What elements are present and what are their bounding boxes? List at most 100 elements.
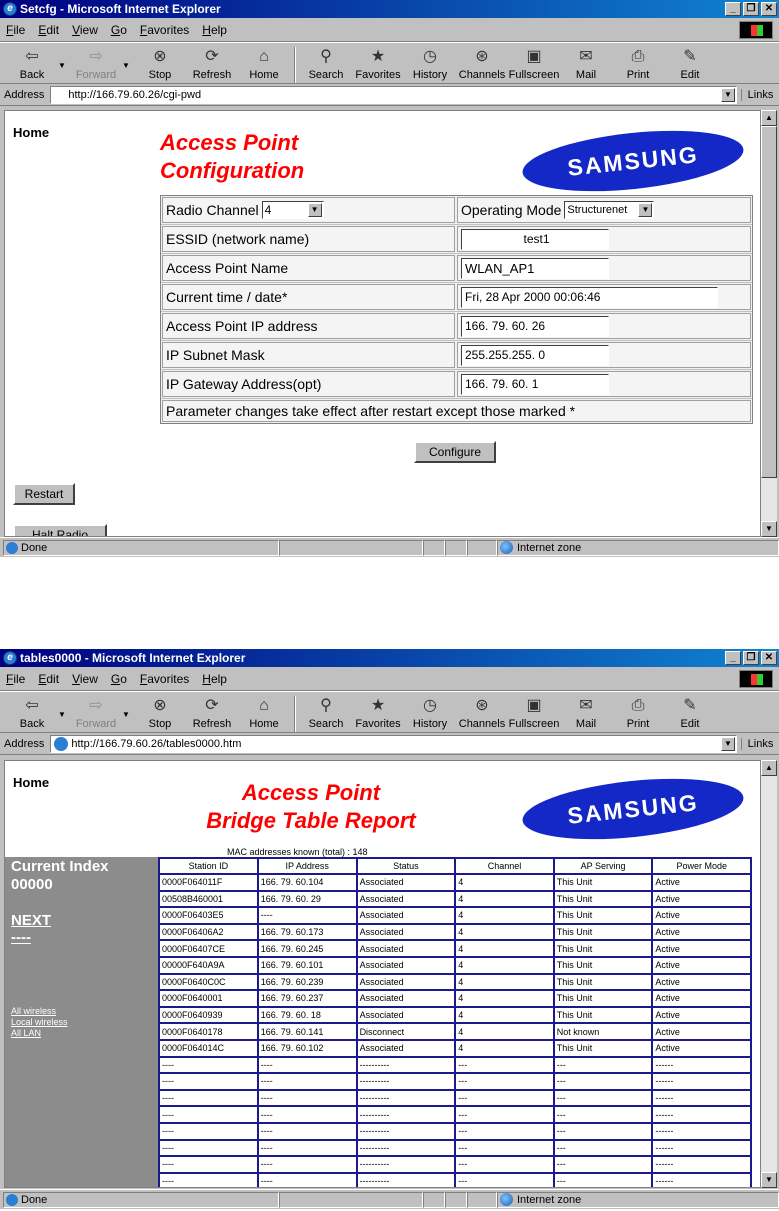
menu-file[interactable]: File [6, 671, 25, 687]
local-wireless-link[interactable]: Local wireless [5, 1017, 158, 1028]
scroll-down-icon[interactable]: ▼ [761, 521, 777, 537]
all-lan-link[interactable]: All LAN [5, 1028, 158, 1039]
refresh-button[interactable]: ⟳ Refresh [186, 696, 238, 730]
forward-dropdown[interactable]: ▼ [122, 696, 134, 719]
operating-mode-select[interactable]: Structurenet ▼ [564, 201, 655, 219]
address-url: http://166.79.60.26/tables0000.htm [71, 737, 242, 750]
close-button[interactable]: ✕ [761, 651, 777, 665]
stop-button[interactable]: ⊗ Stop [134, 696, 186, 730]
gateway-input[interactable]: 166. 79. 60. 1 [461, 373, 609, 395]
menu-edit[interactable]: Edit [38, 671, 59, 687]
all-wireless-link[interactable]: All wireless [5, 1006, 158, 1017]
cell-power-mode: ------ [651, 1105, 752, 1124]
address-dropdown-icon[interactable]: ▼ [721, 87, 735, 102]
links-button[interactable]: Links [741, 737, 779, 750]
next-link[interactable]: NEXT [5, 912, 158, 929]
mail-button[interactable]: ✉ Mail [560, 47, 612, 81]
menu-go[interactable]: Go [111, 671, 127, 687]
cell-station-id: ---- [158, 1172, 259, 1187]
cell-status: Associated [355, 956, 457, 975]
address-input[interactable]: http://166.79.60.26/tables0000.htm ▼ [50, 734, 737, 753]
scroll-down-icon[interactable]: ▼ [761, 1172, 777, 1188]
ap-name-input[interactable]: WLAN_AP1 [461, 257, 609, 279]
menu-edit[interactable]: Edit [38, 22, 59, 38]
title-bar[interactable]: e tables0000 - Microsoft Internet Explor… [0, 649, 779, 667]
fullscreen-button[interactable]: ▣ Fullscreen [508, 47, 560, 81]
channels-button[interactable]: ⊛ Channels [456, 696, 508, 730]
restore-button[interactable]: ❐ [743, 651, 759, 665]
edit-button[interactable]: ✎ Edit [664, 47, 716, 81]
minimize-button[interactable]: _ [725, 651, 741, 665]
home-link[interactable]: Home [13, 775, 49, 790]
radio-channel-select[interactable]: 4 ▼ [261, 201, 324, 219]
menu-file[interactable]: File [6, 22, 25, 38]
back-button[interactable]: ⇦ Back [6, 47, 58, 81]
menu-view[interactable]: View [72, 671, 98, 687]
back-button[interactable]: ⇦ Back [6, 696, 58, 730]
previous-link[interactable]: ---- [5, 929, 158, 946]
stop-button[interactable]: ⊗ Stop [134, 47, 186, 81]
title-bar[interactable]: e Setcfg - Microsoft Internet Explorer _… [0, 0, 779, 18]
close-button[interactable]: ✕ [761, 2, 777, 16]
back-dropdown[interactable]: ▼ [58, 696, 70, 719]
favorites-button[interactable]: ★ Favorites [352, 696, 404, 730]
menu-view[interactable]: View [72, 22, 98, 38]
search-button[interactable]: ⚲ Search [300, 47, 352, 81]
menu-favorites[interactable]: Favorites [140, 671, 189, 687]
edit-button[interactable]: ✎ Edit [664, 696, 716, 730]
history-button[interactable]: ◷ History [404, 696, 456, 730]
vertical-scrollbar[interactable]: ▲ ▼ [761, 110, 777, 537]
menu-help[interactable]: Help [202, 671, 227, 687]
minimize-button[interactable]: _ [725, 2, 741, 16]
essid-input[interactable]: test1 [461, 228, 609, 250]
col-channel: Channel [454, 857, 555, 875]
subnet-mask-input[interactable]: 255.255.255. 0 [461, 344, 609, 366]
mail-button[interactable]: ✉ Mail [560, 696, 612, 730]
search-button[interactable]: ⚲ Search [300, 696, 352, 730]
menu-bar: File Edit View Go Favorites Help [0, 667, 779, 691]
forward-button[interactable]: ⇨ Forward [70, 47, 122, 81]
halt-radio-button[interactable]: Halt Radio [13, 524, 107, 536]
favorites-button[interactable]: ★ Favorites [352, 47, 404, 81]
channels-icon: ⊛ [475, 48, 489, 65]
fullscreen-button[interactable]: ▣ Fullscreen [508, 696, 560, 730]
restart-button[interactable]: Restart [13, 483, 75, 505]
links-button[interactable]: Links [741, 88, 779, 101]
time-input[interactable]: Fri, 28 Apr 2000 00:06:46 [461, 286, 718, 308]
col-station-id: Station ID [158, 857, 259, 875]
stop-icon: ⊗ [153, 697, 167, 714]
forward-dropdown[interactable]: ▼ [122, 47, 134, 70]
configure-button[interactable]: Configure [414, 441, 496, 463]
back-dropdown[interactable]: ▼ [58, 47, 70, 70]
cell-ip-address: ---- [256, 1122, 358, 1141]
scroll-thumb[interactable] [761, 126, 777, 478]
scroll-up-icon[interactable]: ▲ [761, 110, 777, 126]
address-input[interactable]: http://166.79.60.26/cgi-pwd ▼ [50, 85, 737, 104]
address-dropdown-icon[interactable]: ▼ [721, 736, 735, 751]
restore-button[interactable]: ❐ [743, 2, 759, 16]
table-row: 0000F0640001 166. 79. 60.237 Associated 4 Th… [158, 989, 752, 1008]
menu-favorites[interactable]: Favorites [140, 22, 189, 38]
vertical-scrollbar[interactable]: ▲ ▼ [761, 760, 777, 1188]
cell-status: Associated [355, 923, 457, 942]
internet-zone-icon [500, 1193, 513, 1206]
print-button[interactable]: ⎙ Print [612, 47, 664, 81]
cell-ap-serving: --- [552, 1056, 654, 1075]
gateway-label: IP Gateway Address(opt) [166, 376, 322, 392]
home-button[interactable]: ⌂ Home [238, 696, 290, 730]
channels-button[interactable]: ⊛ Channels [456, 47, 508, 81]
history-button[interactable]: ◷ History [404, 47, 456, 81]
menu-help[interactable]: Help [202, 22, 227, 38]
menu-go[interactable]: Go [111, 22, 127, 38]
print-button[interactable]: ⎙ Print [612, 696, 664, 730]
home-link[interactable]: Home [13, 125, 49, 140]
ip-address-input[interactable]: 166. 79. 60. 26 [461, 315, 609, 337]
forward-button[interactable]: ⇨ Forward [70, 696, 122, 730]
cell-station-id: ---- [158, 1105, 259, 1124]
refresh-button[interactable]: ⟳ Refresh [186, 47, 238, 81]
cell-ip-address: 166. 79. 60. 29 [256, 890, 358, 909]
toolbar: ⇦ Back ▼ ⇨ Forward ▼ ⊗ Stop ⟳ Refresh ⌂ Home … [0, 42, 779, 84]
cell-station-id: ---- [158, 1056, 259, 1075]
scroll-up-icon[interactable]: ▲ [761, 760, 777, 776]
home-button[interactable]: ⌂ Home [238, 47, 290, 81]
